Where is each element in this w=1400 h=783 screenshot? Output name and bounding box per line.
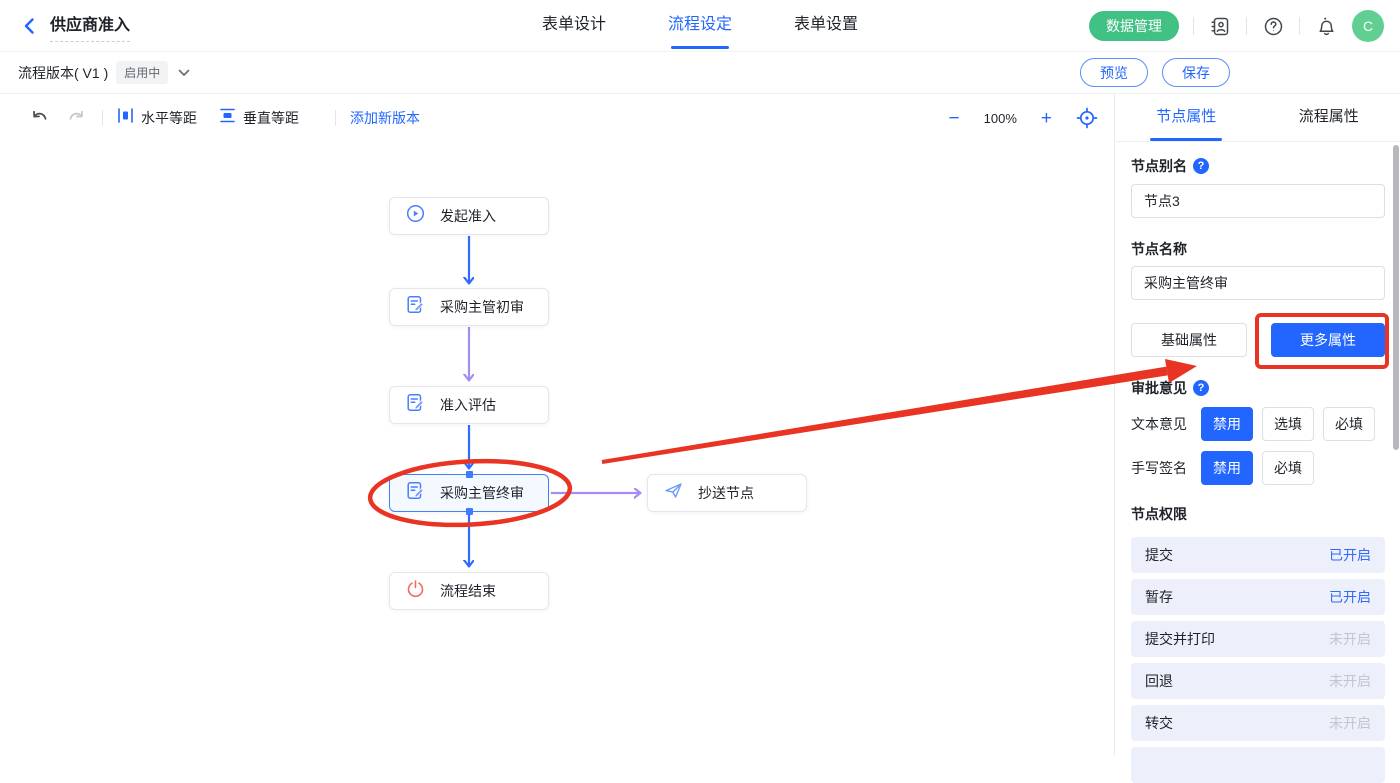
- contacts-book-icon[interactable]: [1208, 14, 1232, 38]
- v-distribute-icon: [219, 107, 236, 129]
- help-circle-icon[interactable]: ?: [1193, 380, 1209, 396]
- properties-panel: 节点属性 流程属性 节点别名 ? 节点名称 基础属性 更多属性 审批意见 ? 文…: [1114, 94, 1400, 755]
- text-opinion-required-button[interactable]: 必填: [1323, 407, 1375, 441]
- tab-node-properties[interactable]: 节点属性: [1115, 94, 1258, 141]
- help-icon[interactable]: [1261, 14, 1285, 38]
- data-manage-button[interactable]: 数据管理: [1089, 11, 1179, 41]
- flow-canvas[interactable]: 水平等距 垂直等距 添加新版本 − 100% +: [0, 94, 1114, 755]
- status-badge: 已开启: [1329, 587, 1371, 607]
- tab-flow-properties[interactable]: 流程属性: [1258, 94, 1400, 141]
- panel-scrollbar[interactable]: [1393, 145, 1399, 450]
- flow-node-start[interactable]: 发起准入: [389, 197, 549, 235]
- zoom-in-button[interactable]: +: [1041, 109, 1052, 128]
- help-circle-icon[interactable]: ?: [1193, 158, 1209, 174]
- text-opinion-row: 文本意见 禁用 选填 必填: [1131, 407, 1385, 441]
- zoom-level: 100%: [984, 111, 1017, 126]
- play-circle-icon: [406, 204, 425, 228]
- node-alias-label: 节点别名 ?: [1131, 156, 1209, 176]
- more-properties-button[interactable]: 更多属性: [1271, 323, 1385, 357]
- doc-edit-icon: [406, 295, 425, 319]
- version-bar: 流程版本( V1 ) 启用中 预览 保存: [0, 52, 1400, 94]
- power-icon: [406, 579, 425, 603]
- node-alias-input[interactable]: [1131, 184, 1385, 218]
- divider: [102, 110, 103, 126]
- doc-edit-icon: [406, 481, 425, 505]
- connector-handle[interactable]: [466, 471, 473, 478]
- undo-icon[interactable]: [28, 106, 52, 130]
- flow-node-final-review[interactable]: 采购主管终审: [389, 474, 549, 512]
- preview-button[interactable]: 预览: [1080, 58, 1148, 87]
- divider: [1299, 17, 1300, 35]
- version-label: 流程版本( V1 ): [18, 63, 108, 83]
- signature-required-button[interactable]: 必填: [1262, 451, 1314, 485]
- status-badge: 未开启: [1329, 713, 1371, 733]
- add-version-link[interactable]: 添加新版本: [350, 108, 420, 128]
- locate-icon[interactable]: [1076, 107, 1098, 129]
- node-name-input[interactable]: [1131, 266, 1385, 300]
- vertical-distribute-button[interactable]: 垂直等距: [219, 107, 299, 129]
- redo-icon[interactable]: [64, 106, 88, 130]
- status-badge: 启用中: [116, 61, 168, 84]
- flow-node-evaluation[interactable]: 准入评估: [389, 386, 549, 424]
- tab-flow-setting[interactable]: 流程设定: [668, 0, 732, 52]
- perm-row-partial[interactable]: [1131, 747, 1385, 783]
- approval-opinion-label: 审批意见 ?: [1131, 378, 1209, 398]
- page-title: 供应商准入: [50, 16, 130, 42]
- top-header: 供应商准入 表单设计 流程设定 表单设置 数据管理: [0, 0, 1400, 52]
- h-distribute-icon: [117, 107, 134, 129]
- node-name-label: 节点名称: [1131, 239, 1187, 259]
- tab-form-setting[interactable]: 表单设置: [794, 0, 858, 52]
- tab-form-design[interactable]: 表单设计: [542, 0, 606, 52]
- canvas-toolbar: 水平等距 垂直等距 添加新版本 − 100% +: [0, 94, 1114, 142]
- flow-node-first-review[interactable]: 采购主管初审: [389, 288, 549, 326]
- back-icon[interactable]: [18, 14, 42, 38]
- flow-node-end[interactable]: 流程结束: [389, 572, 549, 610]
- perm-row-submit-print[interactable]: 提交并打印 未开启: [1131, 621, 1385, 657]
- status-badge: 未开启: [1329, 629, 1371, 649]
- header-tabs: 表单设计 流程设定 表单设置: [542, 0, 858, 52]
- horizontal-distribute-button[interactable]: 水平等距: [117, 107, 197, 129]
- text-opinion-label: 文本意见: [1131, 414, 1201, 434]
- chevron-down-icon[interactable]: [178, 64, 190, 82]
- basic-properties-button[interactable]: 基础属性: [1131, 323, 1247, 357]
- doc-edit-icon: [406, 393, 425, 417]
- perm-row-rollback[interactable]: 回退 未开启: [1131, 663, 1385, 699]
- avatar[interactable]: C: [1352, 10, 1384, 42]
- paper-plane-icon: [664, 481, 683, 505]
- status-badge: 已开启: [1329, 545, 1371, 565]
- perm-row-save-draft[interactable]: 暂存 已开启: [1131, 579, 1385, 615]
- node-permission-label: 节点权限: [1131, 504, 1187, 524]
- divider: [1193, 17, 1194, 35]
- text-opinion-disable-button[interactable]: 禁用: [1201, 407, 1253, 441]
- save-button[interactable]: 保存: [1162, 58, 1230, 87]
- flow-node-cc[interactable]: 抄送节点: [647, 474, 807, 512]
- status-badge: 未开启: [1329, 671, 1371, 691]
- divider: [1246, 17, 1247, 35]
- signature-label: 手写签名: [1131, 458, 1201, 478]
- signature-row: 手写签名 禁用 必填: [1131, 451, 1385, 485]
- connector-handle[interactable]: [466, 508, 473, 515]
- perm-row-submit[interactable]: 提交 已开启: [1131, 537, 1385, 573]
- bell-icon[interactable]: [1314, 14, 1338, 38]
- zoom-out-button[interactable]: −: [949, 109, 960, 128]
- signature-disable-button[interactable]: 禁用: [1201, 451, 1253, 485]
- divider: [335, 110, 336, 126]
- perm-row-transfer[interactable]: 转交 未开启: [1131, 705, 1385, 741]
- text-opinion-optional-button[interactable]: 选填: [1262, 407, 1314, 441]
